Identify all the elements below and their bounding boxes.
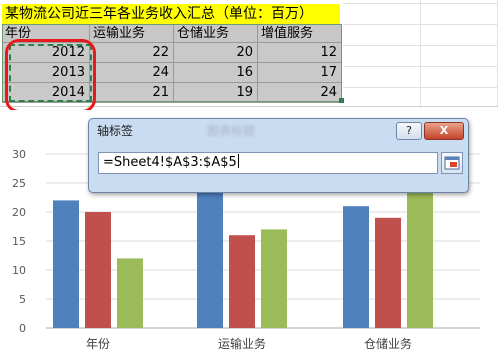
- spreadsheet: 某物流公司近三年各业务收入汇总（单位：百万） 年份 运输业务 仓储业务 增值服务…: [0, 0, 498, 113]
- header-cell-year[interactable]: 年份: [2, 24, 90, 43]
- x-category-label: 仓储业务: [364, 336, 412, 350]
- table-cell[interactable]: 19: [174, 83, 258, 103]
- header-cell-transport[interactable]: 运输业务: [90, 24, 174, 43]
- bar-1-0[interactable]: [197, 188, 223, 328]
- table-cell[interactable]: 2014: [2, 83, 90, 103]
- y-tick-label: 5: [19, 293, 26, 306]
- bar-0-2[interactable]: [117, 258, 143, 328]
- header-cell-value-added[interactable]: 增值服务: [258, 24, 342, 43]
- range-select-icon: [444, 156, 460, 170]
- bar-1-2[interactable]: [261, 229, 287, 328]
- dialog-title: 轴标签: [97, 124, 134, 138]
- table-cell[interactable]: 2013: [2, 63, 90, 83]
- bar-2-0[interactable]: [343, 206, 369, 328]
- axis-label-dialog[interactable]: 轴标签 图表标题 ? X =Sheet4!$A$3:$A$5: [88, 118, 469, 193]
- table-cell[interactable]: 12: [258, 43, 342, 63]
- table-cell[interactable]: 21: [90, 83, 174, 103]
- help-button[interactable]: ?: [396, 122, 422, 140]
- collapse-dialog-button[interactable]: [441, 152, 463, 174]
- text-caret: [237, 154, 239, 168]
- x-category-label: 年份: [86, 337, 110, 350]
- bar-0-1[interactable]: [85, 212, 111, 328]
- y-tick-label: 10: [12, 264, 26, 277]
- table-cell[interactable]: 24: [258, 83, 342, 103]
- title-cell[interactable]: 某物流公司近三年各业务收入汇总（单位：百万）: [2, 4, 340, 24]
- bar-2-2[interactable]: [407, 188, 433, 328]
- y-tick-label: 25: [12, 177, 26, 190]
- table-cell[interactable]: 22: [90, 43, 174, 63]
- range-reference-value: =Sheet4!$A$3:$A$5: [103, 155, 237, 170]
- range-resize-handle[interactable]: [339, 98, 344, 103]
- y-tick-label: 15: [12, 235, 26, 248]
- grid-line: [420, 0, 421, 108]
- x-category-label: 运输业务: [218, 336, 266, 350]
- y-tick-label: 30: [12, 148, 26, 161]
- table-cell[interactable]: 16: [174, 63, 258, 83]
- table-cell[interactable]: 2012: [2, 43, 90, 63]
- grid-line: [0, 106, 498, 107]
- header-cell-storage[interactable]: 仓储业务: [174, 24, 258, 43]
- table-cell[interactable]: 24: [90, 63, 174, 83]
- dialog-background-title: 图表标题: [207, 124, 256, 138]
- bar-1-1[interactable]: [229, 235, 255, 328]
- y-tick-label: 0: [19, 322, 26, 335]
- bar-0-0[interactable]: [53, 200, 79, 328]
- range-reference-input[interactable]: =Sheet4!$A$3:$A$5: [98, 152, 438, 174]
- close-button[interactable]: X: [424, 122, 464, 140]
- bar-2-1[interactable]: [375, 217, 401, 328]
- table-cell[interactable]: 20: [174, 43, 258, 63]
- y-tick-label: 20: [12, 206, 26, 219]
- table-cell[interactable]: 17: [258, 63, 342, 83]
